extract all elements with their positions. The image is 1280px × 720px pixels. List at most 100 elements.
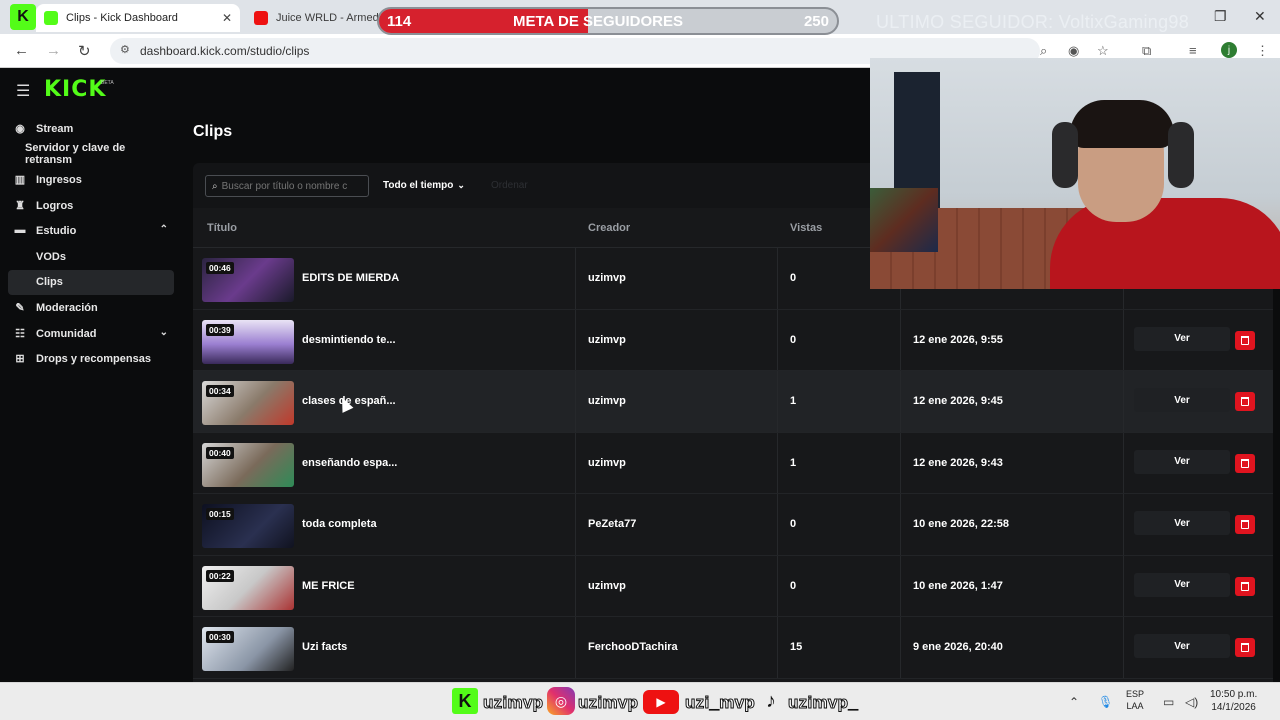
menu-kebab-icon[interactable]: ⋮ <box>1256 43 1269 59</box>
tray-expand-icon[interactable]: ⌃ <box>1069 695 1079 709</box>
trash-icon <box>1241 397 1249 406</box>
view-clip-button[interactable]: Ver <box>1134 511 1230 535</box>
column-divider <box>900 555 901 616</box>
clip-thumbnail[interactable]: 00:39 <box>202 319 294 364</box>
clip-title[interactable]: toda completa <box>302 518 377 530</box>
column-header-creator[interactable]: Creador <box>588 222 630 234</box>
goal-target: 250 <box>803 13 829 30</box>
clip-thumbnail[interactable]: 00:34 <box>202 381 294 425</box>
column-divider <box>777 617 778 678</box>
search-input[interactable] <box>221 180 358 192</box>
table-row[interactable]: 00:22 ME FRICE uzimvp 0 10 ene 2026, 1:47 Ver <box>193 555 1273 617</box>
delete-clip-button[interactable] <box>1235 392 1255 411</box>
view-clip-button[interactable]: Ver <box>1134 572 1230 597</box>
delete-clip-button[interactable] <box>1235 638 1255 657</box>
clip-creator[interactable]: uzimvp <box>588 457 626 469</box>
sidebar-item-ingresos[interactable]: ▥ Ingresos <box>8 167 174 193</box>
clip-thumbnail[interactable]: 00:30 <box>202 627 294 671</box>
zoom-icon[interactable]: ⌕ <box>1040 43 1047 59</box>
sidebar-item-label: Clips <box>36 276 63 289</box>
column-divider <box>575 248 576 309</box>
hamburger-menu-icon[interactable]: ☰ <box>16 81 30 101</box>
column-header-title[interactable]: Título <box>207 222 237 234</box>
wrench-icon: ✎ <box>15 302 25 315</box>
sidebar-item-server-key[interactable]: Servidor y clave de retransm <box>8 142 174 168</box>
microphone-icon[interactable]: 🎙 <box>1098 695 1113 709</box>
kick-logo[interactable]: KICK <box>44 77 106 102</box>
clip-creator[interactable]: PeZeta77 <box>588 518 636 530</box>
clip-creator[interactable]: FerchooDTachira <box>588 641 678 653</box>
table-row[interactable]: 00:40 enseñando espa... uzimvp 1 12 ene 2026… <box>193 432 1273 494</box>
clip-title[interactable]: enseñando espa... <box>302 457 397 469</box>
sidebar-item-label: Servidor y clave de retransm <box>25 142 126 167</box>
table-row[interactable]: 00:39 desmintiendo te... uzimvp 0 12 ene 202… <box>193 309 1273 371</box>
close-window-icon[interactable]: ✕ <box>1254 8 1266 25</box>
eye-off-icon[interactable]: ◉ <box>1068 43 1079 59</box>
column-divider <box>575 555 576 616</box>
webcam-shirt <box>1050 198 1280 289</box>
search-box[interactable]: ⌕ <box>205 175 369 197</box>
sidebar-item-comunidad[interactable]: ☷ Comunidad ⌄ <box>8 321 174 347</box>
trash-icon <box>1241 581 1249 591</box>
column-divider <box>777 309 778 370</box>
sidebar-item-logros[interactable]: ♜ Logros <box>8 193 174 219</box>
view-clip-button[interactable]: Ver <box>1134 449 1230 474</box>
input-language[interactable]: ESP LAA <box>1126 688 1144 712</box>
network-icon[interactable]: ▭ <box>1163 695 1174 709</box>
column-divider <box>900 617 901 678</box>
table-row[interactable]: 00:34 clases de españ... uzimvp 1 12 ene 202… <box>193 371 1273 433</box>
restore-window-icon[interactable]: ❐ <box>1214 8 1227 25</box>
back-icon[interactable]: ← <box>14 42 29 59</box>
view-clip-button[interactable]: Ver <box>1134 634 1230 658</box>
extensions-icon[interactable]: ⧉ <box>1142 43 1151 59</box>
sidebar-item-stream[interactable]: ◉ Stream <box>8 116 174 142</box>
clip-title[interactable]: ME FRICE <box>302 580 355 592</box>
clip-title[interactable]: desmintiendo te... <box>302 334 396 346</box>
clip-thumbnail[interactable]: 00:15 <box>202 504 294 548</box>
table-row[interactable]: 00:30 Uzi facts FerchooDTachira 15 9 ene 202… <box>193 617 1273 679</box>
site-info-icon[interactable]: ⚙ <box>120 43 130 56</box>
tiktok-icon[interactable]: ♪ <box>758 687 784 715</box>
clip-thumbnail[interactable]: 00:40 <box>202 442 294 487</box>
media-icon[interactable]: ≡ <box>1189 43 1197 58</box>
profile-avatar[interactable]: j <box>1221 42 1237 58</box>
volume-icon[interactable]: ◁) <box>1185 695 1198 709</box>
clip-duration: 00:30 <box>206 631 234 643</box>
clip-creator[interactable]: uzimvp <box>588 580 626 592</box>
delete-clip-button[interactable] <box>1235 330 1255 350</box>
clip-duration: 00:40 <box>206 446 234 459</box>
sidebar-item-vods[interactable]: VODs <box>8 244 174 270</box>
sidebar-item-drops[interactable]: ⊞ Drops y recompensas <box>8 346 174 372</box>
time-filter-dropdown[interactable]: Todo el tiempo ⌄ <box>383 180 465 191</box>
clip-thumbnail[interactable]: 00:46 <box>202 258 294 302</box>
screen: K Clips - Kick Dashboard ✕ Juice WRLD - … <box>0 0 1280 720</box>
bookmark-star-icon[interactable]: ☆ <box>1097 43 1109 59</box>
sidebar-item-estudio[interactable]: ▬ Estudio ⌃ <box>8 218 174 244</box>
clip-creator[interactable]: uzimvp <box>588 334 626 346</box>
sidebar-item-moderacion[interactable]: ✎ Moderación <box>8 295 174 321</box>
column-header-views[interactable]: Vistas <box>790 222 822 234</box>
clip-title[interactable]: EDITS DE MIERDA <box>302 272 399 284</box>
tab-clips-dashboard[interactable]: Clips - Kick Dashboard ✕ <box>36 4 240 32</box>
youtube-icon[interactable]: ▶ <box>643 690 679 714</box>
close-tab-icon[interactable]: ✕ <box>222 11 232 25</box>
delete-clip-button[interactable] <box>1235 576 1255 596</box>
kick-app-icon[interactable]: K <box>452 688 478 714</box>
clip-creator[interactable]: uzimvp <box>588 395 626 407</box>
clip-date: 10 ene 2026, 1:47 <box>913 579 1003 592</box>
table-row[interactable]: 00:15 toda completa PeZeta77 0 10 ene 2026, … <box>193 494 1273 556</box>
clip-thumbnail[interactable]: 00:22 <box>202 565 294 610</box>
delete-clip-button[interactable] <box>1235 453 1255 473</box>
clip-creator[interactable]: uzimvp <box>588 272 626 284</box>
view-clip-button[interactable]: Ver <box>1134 326 1230 351</box>
clip-title[interactable]: Uzi facts <box>302 641 347 653</box>
system-clock[interactable]: 10:50 p.m. 14/1/2026 <box>1210 688 1257 714</box>
forward-icon[interactable]: → <box>46 42 61 59</box>
view-clip-button[interactable]: Ver <box>1134 388 1230 412</box>
lang-bottom: LAA <box>1126 701 1144 711</box>
delete-clip-button[interactable] <box>1235 515 1255 534</box>
tab-youtube[interactable]: Juice WRLD - Armed ( <box>246 4 386 32</box>
instagram-icon[interactable]: ◎ <box>547 687 575 715</box>
reload-icon[interactable]: ↻ <box>78 42 91 60</box>
sidebar-item-clips[interactable]: Clips <box>8 269 174 296</box>
